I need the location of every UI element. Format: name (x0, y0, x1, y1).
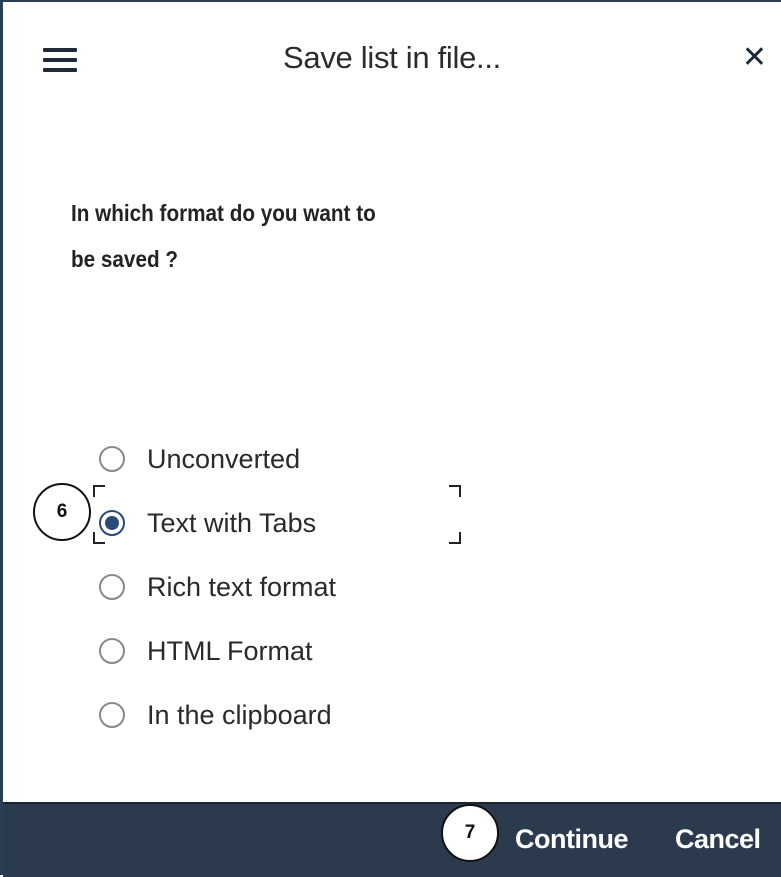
radio-option-label: Text with Tabs (147, 507, 317, 538)
continue-button[interactable]: Continue (515, 824, 628, 855)
radio-button[interactable] (99, 446, 125, 472)
radio-button[interactable] (99, 574, 125, 600)
close-icon[interactable]: ✕ (742, 38, 767, 78)
radio-option-label: Rich text format (147, 571, 337, 602)
radio-option-clipboard[interactable]: In the clipboard (99, 683, 336, 747)
dialog-footer: Continue Cancel (3, 802, 781, 877)
format-radio-group: Unconverted Text with Tabs Rich text for… (99, 427, 336, 747)
radio-button[interactable] (99, 702, 125, 728)
radio-option-rich-text-format[interactable]: Rich text format (99, 555, 336, 619)
step-callout-7: 7 (441, 804, 499, 862)
radio-option-label: HTML Format (147, 635, 313, 666)
focus-bracket-bottom-left (93, 532, 105, 544)
format-question-line-2: be saved ? (71, 246, 179, 272)
radio-option-text-with-tabs[interactable]: Text with Tabs (99, 491, 336, 555)
format-question-line-1: In which format do you want to (71, 200, 376, 226)
dialog-title-bar: Save list in file... ✕ (3, 2, 781, 112)
radio-option-label: In the clipboard (147, 699, 332, 730)
save-list-dialog: Save list in file... ✕ In which format d… (0, 0, 781, 877)
radio-option-html-format[interactable]: HTML Format (99, 619, 336, 683)
cancel-button[interactable]: Cancel (675, 824, 761, 855)
radio-option-unconverted[interactable]: Unconverted (99, 427, 336, 491)
step-callout-6: 6 (33, 483, 91, 541)
focus-bracket-bottom-right (449, 532, 461, 544)
dialog-title: Save list in file... (283, 40, 501, 75)
focus-bracket-top-left (93, 485, 105, 497)
format-question: In which format do you want to be saved … (71, 190, 449, 282)
focus-bracket-top-right (449, 485, 461, 497)
radio-option-label: Unconverted (147, 443, 301, 474)
radio-button[interactable] (99, 638, 125, 664)
